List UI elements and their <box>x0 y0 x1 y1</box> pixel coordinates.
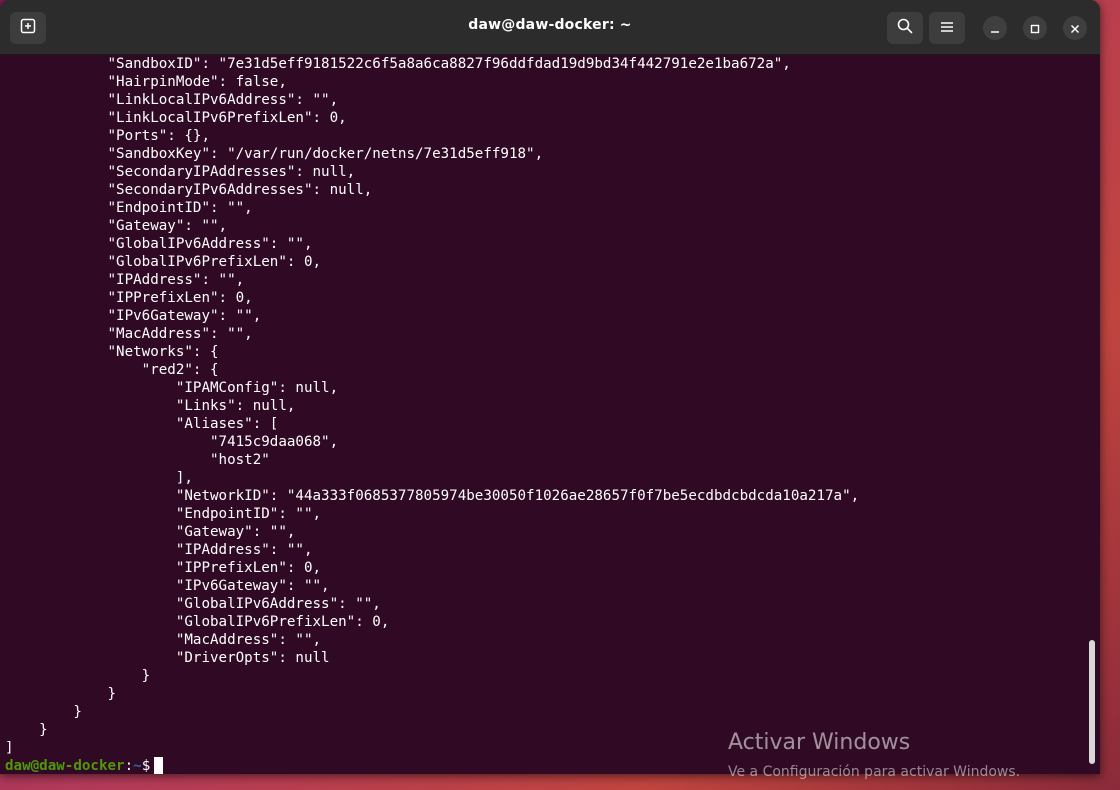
prompt-symbol: $ <box>141 758 151 774</box>
maximize-button[interactable] <box>1023 16 1047 40</box>
scrollbar-thumb[interactable] <box>1089 640 1095 764</box>
terminal-line: "Networks": { <box>5 344 219 360</box>
terminal-line: "red2": { <box>5 362 219 378</box>
terminal-line: "DriverOpts": null <box>5 650 330 666</box>
terminal-line: "GlobalIPv6PrefixLen": 0, <box>5 614 390 630</box>
text-cursor <box>154 757 164 774</box>
prompt-separator: : <box>124 758 134 774</box>
title-bar[interactable]: daw@daw-docker: ~ <box>0 0 1100 55</box>
search-button[interactable] <box>887 12 923 44</box>
terminal-line: } <box>5 686 117 702</box>
terminal-line: "IPPrefixLen": 0, <box>5 560 322 576</box>
terminal-line: "IPAMConfig": null, <box>5 380 339 396</box>
prompt-path: ~ <box>133 758 142 774</box>
terminal-line: } <box>5 668 151 684</box>
terminal-line: "LinkLocalIPv6PrefixLen": 0, <box>5 110 347 126</box>
terminal-line: "MacAddress": "", <box>5 632 322 648</box>
prompt-user-host: daw@daw-docker <box>5 758 125 774</box>
terminal-line: "Aliases": [ <box>5 416 279 432</box>
terminal-line: "SecondaryIPAddresses": null, <box>5 164 356 180</box>
terminal-line: ], <box>5 470 193 486</box>
terminal-line: "IPAddress": "", <box>5 542 313 558</box>
terminal-line: "7415c9daa068", <box>5 434 339 450</box>
terminal-line: "EndpointID": "", <box>5 506 322 522</box>
terminal-line: "IPv6Gateway": "", <box>5 308 262 324</box>
terminal-line: "Ports": {}, <box>5 128 210 144</box>
maximize-icon <box>1030 19 1040 38</box>
close-icon <box>1070 19 1080 38</box>
activation-watermark-title: Activar Windows <box>728 730 911 755</box>
terminal-line: } <box>5 704 82 720</box>
terminal-line: "EndpointID": "", <box>5 200 253 216</box>
terminal-line: "Gateway": "", <box>5 524 296 540</box>
terminal-line: "host2" <box>5 452 270 468</box>
terminal-line: "GlobalIPv6PrefixLen": 0, <box>5 254 322 270</box>
terminal-line: "SandboxID": "7e31d5eff9181522c6f5a8a6ca… <box>5 56 791 72</box>
terminal-window: daw@daw-docker: ~ "SandboxID": "7e31d5ef… <box>0 0 1100 774</box>
terminal-line: "SecondaryIPv6Addresses": null, <box>5 182 373 198</box>
terminal-line: "SandboxKey": "/var/run/docker/netns/7e3… <box>5 146 544 162</box>
terminal-line: } <box>5 722 48 738</box>
terminal-line: "IPAddress": "", <box>5 272 245 288</box>
minimize-icon <box>990 19 1000 38</box>
menu-button[interactable] <box>929 12 965 44</box>
close-button[interactable] <box>1063 16 1087 40</box>
search-icon <box>897 18 913 38</box>
terminal-line: "LinkLocalIPv6Address": "", <box>5 92 339 108</box>
terminal-output[interactable]: "SandboxID": "7e31d5eff9181522c6f5a8a6ca… <box>0 55 1086 774</box>
terminal-line: "Links": null, <box>5 398 296 414</box>
terminal-line: "GlobalIPv6Address": "", <box>5 596 381 612</box>
terminal-line: "NetworkID": "44a333f0685377805974be3005… <box>5 488 860 504</box>
terminal-line: "IPPrefixLen": 0, <box>5 290 253 306</box>
activation-watermark-subtitle: Ve a Configuración para activar Windows. <box>728 764 1021 780</box>
terminal-prompt-line[interactable]: daw@daw-docker:~$ <box>5 757 164 774</box>
minimize-button[interactable] <box>983 16 1007 40</box>
terminal-line: "GlobalIPv6Address": "", <box>5 236 313 252</box>
terminal-line: "Gateway": "", <box>5 218 228 234</box>
hamburger-menu-icon <box>940 19 954 38</box>
terminal-line: "HairpinMode": false, <box>5 74 287 90</box>
terminal-line: "IPv6Gateway": "", <box>5 578 330 594</box>
terminal-line: ] <box>5 740 14 756</box>
terminal-line: "MacAddress": "", <box>5 326 253 342</box>
